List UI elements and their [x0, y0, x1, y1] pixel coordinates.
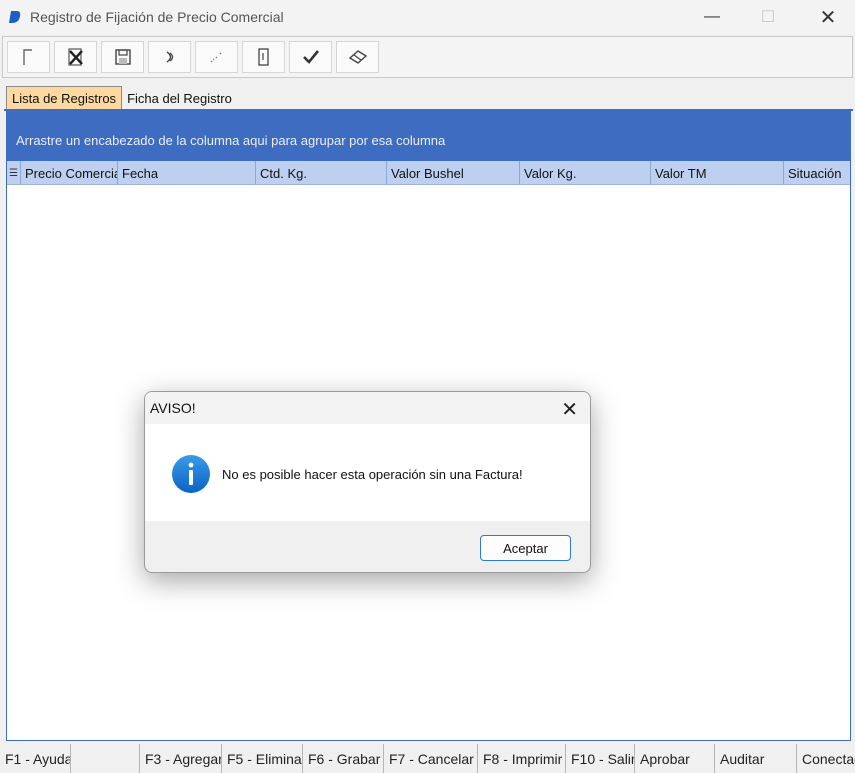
search-button[interactable]: [195, 41, 238, 73]
new-button[interactable]: [7, 41, 50, 73]
status-f7-cancel[interactable]: F7 - Cancelar: [384, 744, 478, 773]
close-window-button[interactable]: ✕: [805, 0, 851, 34]
tab-ficha-del-registro[interactable]: Ficha del Registro: [122, 86, 237, 110]
minimize-button[interactable]: —: [689, 0, 735, 34]
toolbar: [2, 36, 853, 78]
status-audit[interactable]: Auditar: [715, 744, 797, 773]
column-fecha[interactable]: Fecha: [118, 161, 256, 185]
alert-dialog: AVISO! ✕ No es posible hacer esta operac…: [144, 391, 591, 573]
info-icon: [172, 455, 210, 493]
column-valor-tm[interactable]: Valor TM: [651, 161, 784, 185]
erase-icon: [348, 50, 367, 64]
delete-icon: [67, 48, 83, 66]
status-f10-exit[interactable]: F10 - Salir: [566, 744, 635, 773]
erase-button[interactable]: [336, 41, 379, 73]
group-by-hint: Arrastre un encabezado de la columna aqu…: [16, 133, 446, 148]
tab-lista-de-registros[interactable]: Lista de Registros: [6, 86, 123, 110]
status-f1-help[interactable]: F1 - Ayuda: [0, 744, 71, 773]
dialog-titlebar: AVISO! ✕: [145, 392, 590, 424]
save-icon: [114, 49, 131, 65]
status-f6-save[interactable]: F6 - Grabar: [303, 744, 384, 773]
app-logo-icon: [9, 11, 21, 23]
status-f3-add[interactable]: F3 - Agregar: [140, 744, 222, 773]
dialog-body: No es posible hacer esta operación sin u…: [145, 424, 590, 521]
window-titlebar: Registro de Fijación de Precio Comercial…: [0, 0, 855, 34]
window-title: Registro de Fijación de Precio Comercial: [30, 9, 284, 25]
accept-button[interactable]: Aceptar: [480, 535, 571, 561]
status-f8-print[interactable]: F8 - Imprimir: [478, 744, 566, 773]
undo-icon: [166, 51, 173, 63]
column-precio-comercial[interactable]: Precio Comercial: [21, 161, 118, 185]
save-button[interactable]: [101, 41, 144, 73]
column-ctd-kg[interactable]: Ctd. Kg.: [256, 161, 387, 185]
status-bar: F1 - Ayuda F3 - Agregar F5 - Eliminar F6…: [0, 744, 855, 773]
undo-button[interactable]: [148, 41, 191, 73]
grid-header-row: ☰ Precio Comercial Fecha Ctd. Kg. Valor …: [7, 161, 850, 185]
tab-strip: Lista de Registros Ficha del Registro: [6, 86, 237, 110]
approve-icon: [302, 50, 319, 64]
column-valor-kg[interactable]: Valor Kg.: [520, 161, 651, 185]
status-empty: [71, 744, 140, 773]
new-icon: [22, 49, 32, 65]
dialog-close-button[interactable]: ✕: [561, 397, 578, 422]
print-button[interactable]: [242, 41, 285, 73]
dialog-title: AVISO!: [150, 400, 196, 416]
search-icon: [210, 51, 222, 63]
group-by-panel[interactable]: Arrastre un encabezado de la columna aqu…: [7, 112, 850, 161]
column-chooser-icon[interactable]: ☰: [7, 161, 21, 185]
column-situacion[interactable]: Situación: [784, 161, 850, 185]
column-valor-bushel[interactable]: Valor Bushel: [387, 161, 520, 185]
maximize-button[interactable]: ☐: [745, 0, 791, 34]
delete-button[interactable]: [54, 41, 97, 73]
status-f5-delete[interactable]: F5 - Eliminar: [222, 744, 303, 773]
dialog-message: No es posible hacer esta operación sin u…: [222, 467, 523, 482]
approve-button[interactable]: [289, 41, 332, 73]
status-approve[interactable]: Aprobar: [635, 744, 715, 773]
status-connected: Conectado: [802, 750, 855, 767]
print-icon: [257, 48, 269, 66]
